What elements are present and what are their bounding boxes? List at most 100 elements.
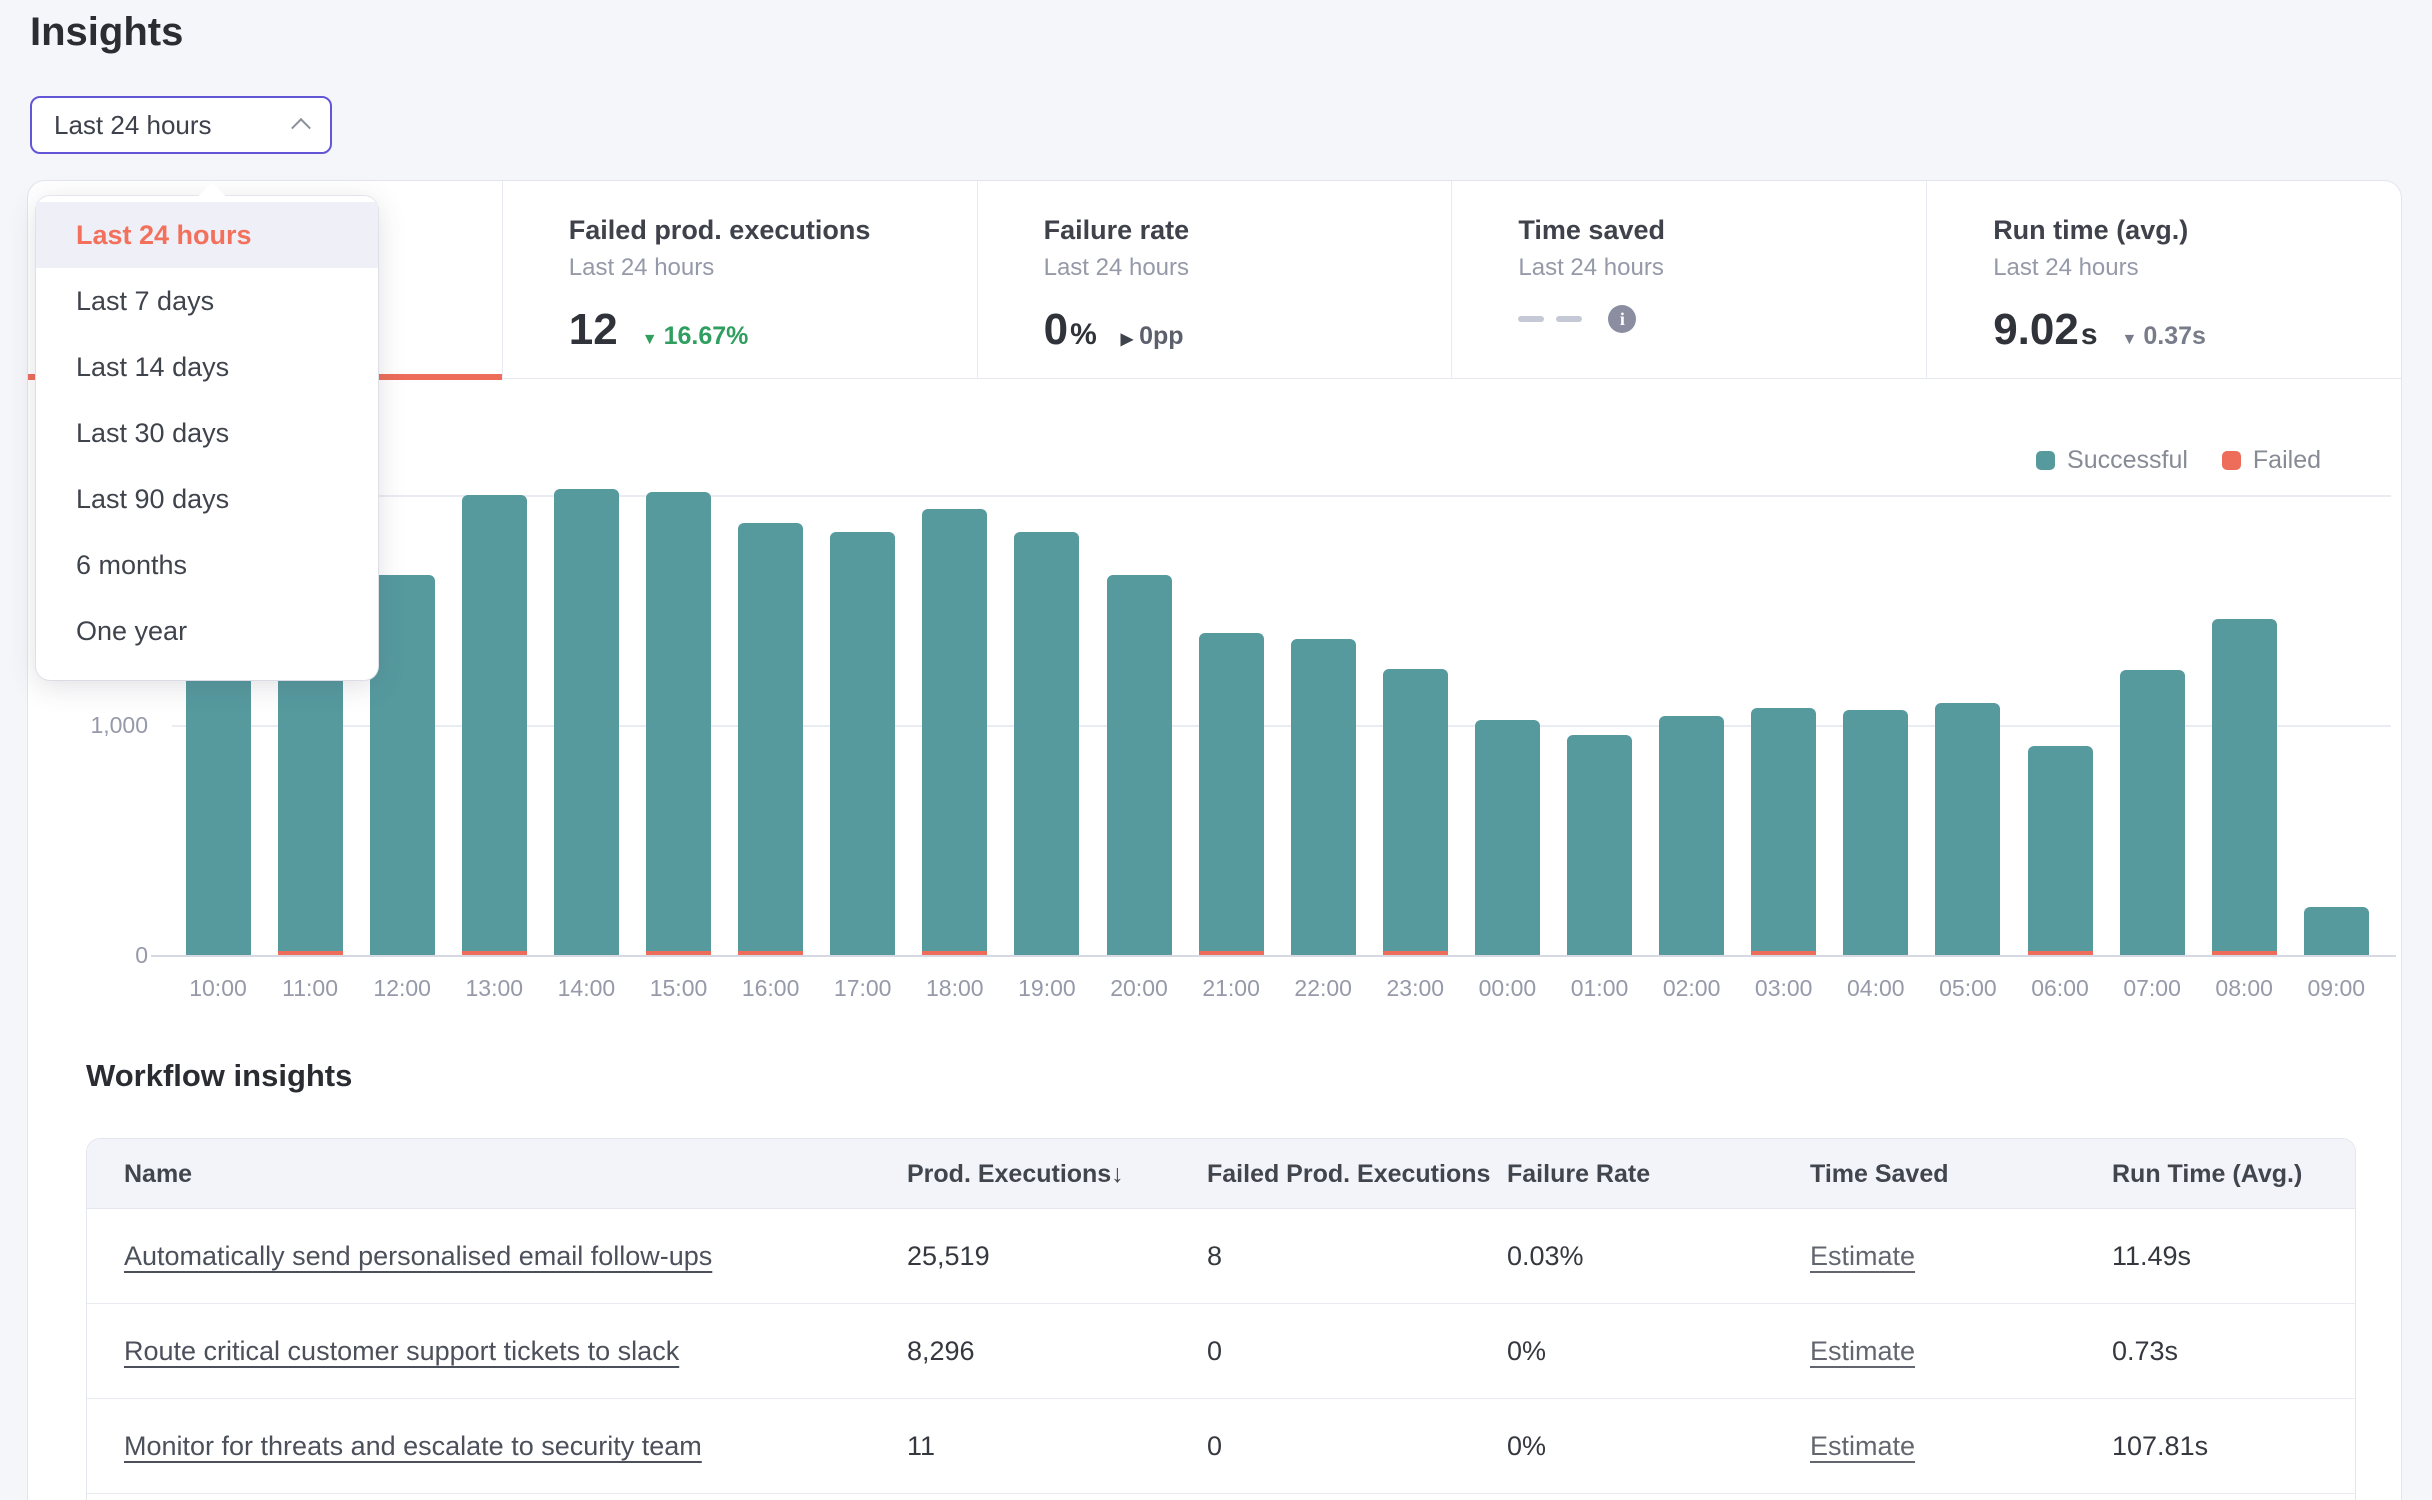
bar-12:00 (370, 575, 435, 955)
cell-time_saved[interactable]: Estimate (1810, 1304, 1915, 1399)
summary-card-1[interactable]: Failed prod. executionsLast 24 hours12▼1… (503, 181, 978, 378)
card-value-row: i (1518, 305, 1906, 333)
bar-22:00 (1291, 639, 1356, 955)
card-delta: ▼ 16.67% (642, 322, 749, 351)
legend-item-successful[interactable]: Successful (2036, 446, 2188, 475)
workflow-name-link[interactable]: Route critical customer support tickets … (124, 1336, 679, 1366)
bar-02:00 (1659, 716, 1724, 955)
column-header-time-saved[interactable]: Time Saved (1810, 1139, 1949, 1209)
table-row: Monitor for threats and escalate to secu… (87, 1399, 2355, 1494)
card-value-row: 9.02s▼0.37s (1993, 305, 2381, 355)
menu-item-last-30-days[interactable]: Last 30 days (36, 400, 378, 466)
card-value-row: 0%▶0pp (1044, 305, 1432, 355)
x-axis-tick-label: 14:00 (540, 973, 632, 1003)
triangle-right-icon: ▶ (1121, 329, 1133, 349)
x-axis-line (151, 955, 2396, 957)
card-value-suffix: s (2081, 318, 2098, 352)
x-axis-tick-label: 21:00 (1185, 973, 1277, 1003)
cell-name[interactable]: Route critical customer support tickets … (124, 1304, 679, 1399)
time-range-selected-label: Last 24 hours (54, 110, 212, 141)
x-axis-tick-label: 04:00 (1830, 973, 1922, 1003)
card-subtitle: Last 24 hours (1518, 253, 1906, 283)
cell-prod_executions: 11 (907, 1399, 935, 1494)
card-title: Failed prod. executions (569, 213, 957, 247)
chart-legend: Successful Failed (2036, 446, 2321, 475)
menu-item-last-24-hours[interactable]: Last 24 hours (36, 202, 378, 268)
triangle-down-icon: ▼ (2122, 331, 2138, 349)
cell-name[interactable]: Automatically send personalised email fo… (124, 1209, 712, 1304)
bar-18:00 (922, 509, 987, 955)
cell-run_time: 11.49s (2112, 1209, 2191, 1304)
bar-failed-segment (738, 951, 803, 955)
bar-01:00 (1567, 735, 1632, 955)
y-axis-tick-label: 0 (48, 940, 148, 970)
column-header-run-time-avg-[interactable]: Run Time (Avg.) (2112, 1139, 2302, 1209)
column-header-name[interactable]: Name (124, 1139, 192, 1209)
bar-20:00 (1107, 575, 1172, 955)
x-axis-tick-label: 02:00 (1646, 973, 1738, 1003)
x-axis-tick-label: 05:00 (1922, 973, 2014, 1003)
menu-item-last-7-days[interactable]: Last 7 days (36, 268, 378, 334)
cell-time_saved[interactable]: Estimate (1810, 1399, 1915, 1494)
bar-failed-segment (922, 951, 987, 955)
bar-08:00 (2212, 619, 2277, 955)
card-delta-text: 0pp (1139, 322, 1183, 351)
triangle-down-icon: ▼ (642, 331, 658, 349)
bar-failed-segment (1751, 951, 1816, 955)
bar-15:00 (646, 492, 711, 955)
cell-failure_rate: 0.03% (1507, 1209, 1584, 1304)
workflow-insights-table: Name Prod. Executions↓ Failed Prod. Execut… (86, 1138, 2356, 1500)
x-axis-tick-label: 22:00 (1277, 973, 1369, 1003)
summary-card-3[interactable]: Time saved Last 24 hours i (1452, 181, 1927, 378)
legend-label: Successful (2067, 446, 2188, 475)
column-header-failed-prod-executions[interactable]: Failed Prod. Executions (1207, 1139, 1490, 1209)
bar-06:00 (2028, 746, 2093, 955)
workflow-name-link[interactable]: Monitor for threats and escalate to secu… (124, 1431, 702, 1461)
time-range-select[interactable]: Last 24 hours (30, 96, 332, 154)
x-axis-tick-label: 13:00 (448, 973, 540, 1003)
bar-14:00 (554, 489, 619, 955)
bar-13:00 (462, 495, 527, 955)
chevron-up-icon (291, 118, 311, 138)
time-range-menu: Last 24 hoursLast 7 daysLast 14 daysLast… (36, 196, 378, 680)
menu-item-one-year[interactable]: One year (36, 598, 378, 664)
cell-prod_executions: 25,519 (907, 1209, 990, 1304)
x-axis-tick-label: 09:00 (2290, 973, 2382, 1003)
table-row: Route critical customer support tickets … (87, 1304, 2355, 1399)
estimate-link[interactable]: Estimate (1810, 1336, 1915, 1366)
summary-card-4[interactable]: Run time (avg.)Last 24 hours9.02s▼0.37s (1927, 181, 2401, 378)
menu-item-last-90-days[interactable]: Last 90 days (36, 466, 378, 532)
bar-11:00 (278, 633, 343, 955)
summary-card-2[interactable]: Failure rateLast 24 hours0%▶0pp (978, 181, 1453, 378)
bar-05:00 (1935, 703, 2000, 955)
x-axis-tick-label: 23:00 (1369, 973, 1461, 1003)
column-header-failure-rate[interactable]: Failure Rate (1507, 1139, 1650, 1209)
cell-prod_executions: 8,296 (907, 1304, 975, 1399)
workflow-name-link[interactable]: Automatically send personalised email fo… (124, 1241, 712, 1271)
column-header-prod-executions[interactable]: Prod. Executions↓ (907, 1139, 1124, 1209)
estimate-link[interactable]: Estimate (1810, 1431, 1915, 1461)
x-axis-tick-label: 19:00 (1001, 973, 1093, 1003)
x-axis-tick-label: 12:00 (356, 973, 448, 1003)
menu-item-last-14-days[interactable]: Last 14 days (36, 334, 378, 400)
card-title: Time saved (1518, 213, 1906, 247)
bar-failed-segment (1199, 951, 1264, 955)
card-value: 12 (569, 305, 618, 355)
card-subtitle: Last 24 hours (1993, 253, 2381, 283)
bar-failed-segment (278, 951, 343, 955)
card-subtitle: Last 24 hours (1044, 253, 1432, 283)
cell-name[interactable]: Monitor for threats and escalate to secu… (124, 1399, 702, 1494)
bar-03:00 (1751, 708, 1816, 955)
card-value: 9.02 (1993, 305, 2079, 355)
x-axis-tick-label: 03:00 (1738, 973, 1830, 1003)
legend-item-failed[interactable]: Failed (2222, 446, 2321, 475)
estimate-link[interactable]: Estimate (1810, 1241, 1915, 1271)
cell-run_time: 107.81s (2112, 1399, 2208, 1494)
menu-item-6-months[interactable]: 6 months (36, 532, 378, 598)
page-title: Insights (30, 10, 183, 55)
table-row: Automatically send personalised email fo… (87, 1209, 2355, 1304)
bar-failed-segment (2028, 951, 2093, 955)
cell-time_saved[interactable]: Estimate (1810, 1209, 1915, 1304)
card-delta-text: 16.67% (664, 322, 749, 351)
x-axis-tick-label: 11:00 (264, 973, 356, 1003)
